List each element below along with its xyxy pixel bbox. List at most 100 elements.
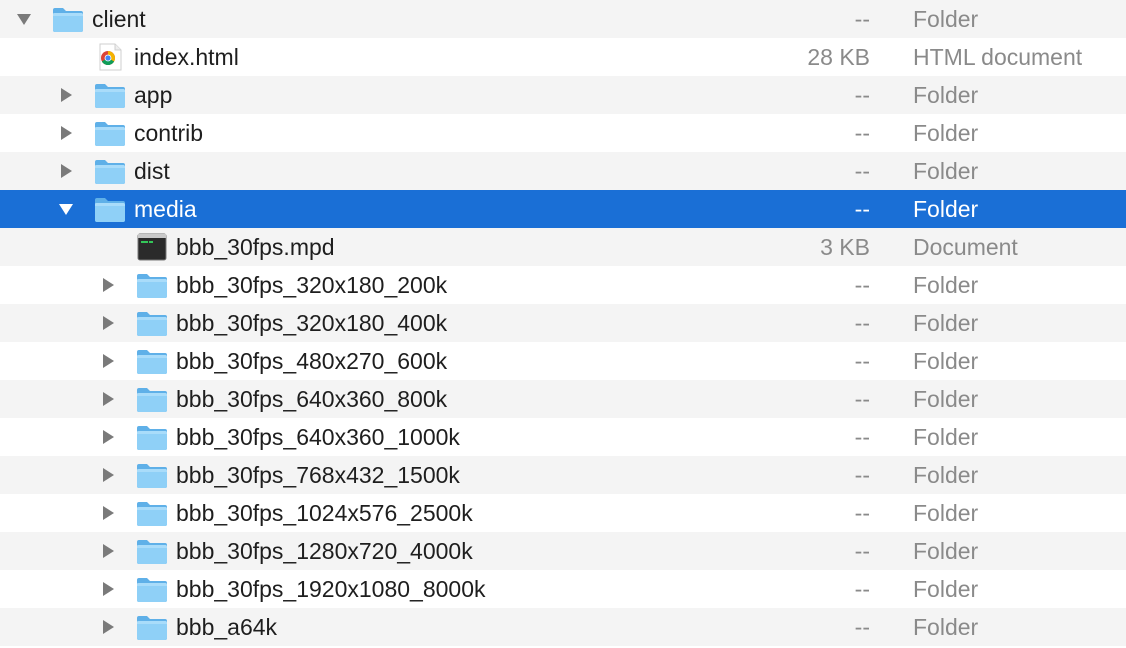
file-name: index.html [134, 44, 239, 70]
disclosure-collapsed-icon[interactable] [100, 277, 116, 293]
file-name: bbb_30fps_1280x720_4000k [176, 538, 473, 564]
file-size: -- [854, 272, 870, 298]
disclosure-expanded-icon[interactable] [58, 201, 74, 217]
file-size: -- [854, 386, 870, 412]
file-row[interactable]: bbb_30fps_480x270_600k -- Folder [0, 342, 1126, 380]
file-row[interactable]: bbb_30fps_768x432_1500k -- Folder [0, 456, 1126, 494]
file-name: dist [134, 158, 170, 184]
file-row[interactable]: client -- Folder [0, 0, 1126, 38]
folder-icon [136, 461, 168, 489]
file-name: bbb_30fps_768x432_1500k [176, 462, 460, 488]
disclosure-collapsed-icon[interactable] [100, 619, 116, 635]
folder-icon [136, 347, 168, 375]
file-name: app [134, 82, 173, 108]
file-kind: Folder [913, 576, 979, 602]
file-kind: Folder [913, 82, 979, 108]
folder-icon [136, 499, 168, 527]
file-kind: Folder [913, 158, 979, 184]
folder-icon [136, 385, 168, 413]
file-size: -- [854, 6, 870, 32]
file-kind: Folder [913, 538, 979, 564]
file-row[interactable]: bbb_30fps.mpd 3 KB Document [0, 228, 1126, 266]
file-size: -- [854, 120, 870, 146]
file-row[interactable]: bbb_30fps_320x180_400k -- Folder [0, 304, 1126, 342]
file-kind: Document [913, 234, 1018, 260]
file-kind: HTML document [913, 44, 1083, 70]
file-row[interactable]: bbb_30fps_640x360_800k -- Folder [0, 380, 1126, 418]
folder-icon [94, 157, 126, 185]
disclosure-collapsed-icon[interactable] [100, 429, 116, 445]
file-size: -- [854, 310, 870, 336]
disclosure-collapsed-icon[interactable] [100, 353, 116, 369]
file-kind: Folder [913, 272, 979, 298]
file-size: -- [854, 82, 870, 108]
file-kind: Folder [913, 500, 979, 526]
disclosure-collapsed-icon[interactable] [100, 467, 116, 483]
file-kind: Folder [913, 120, 979, 146]
disclosure-collapsed-icon[interactable] [100, 315, 116, 331]
file-row[interactable]: index.html 28 KB HTML document [0, 38, 1126, 76]
file-size: -- [854, 614, 870, 640]
folder-icon [136, 423, 168, 451]
file-name: bbb_30fps_640x360_800k [176, 386, 448, 412]
folder-icon [136, 537, 168, 565]
file-name: media [134, 196, 197, 222]
disclosure-collapsed-icon[interactable] [58, 125, 74, 141]
file-kind: Folder [913, 386, 979, 412]
file-name: client [92, 6, 146, 32]
disclosure-collapsed-icon[interactable] [100, 581, 116, 597]
file-row[interactable]: app -- Folder [0, 76, 1126, 114]
file-row[interactable]: bbb_30fps_1280x720_4000k -- Folder [0, 532, 1126, 570]
file-row[interactable]: bbb_30fps_320x180_200k -- Folder [0, 266, 1126, 304]
folder-icon [136, 575, 168, 603]
file-size: 28 KB [807, 44, 870, 70]
folder-icon [94, 119, 126, 147]
file-name: bbb_30fps_320x180_400k [176, 310, 448, 336]
file-name: bbb_a64k [176, 614, 278, 640]
file-size: -- [854, 576, 870, 602]
file-name: bbb_30fps_1920x1080_8000k [176, 576, 486, 602]
terminal-document-icon [136, 233, 168, 261]
file-size: -- [854, 158, 870, 184]
file-name: contrib [134, 120, 204, 146]
folder-icon [94, 195, 126, 223]
file-row[interactable]: bbb_30fps_1920x1080_8000k -- Folder [0, 570, 1126, 608]
file-kind: Folder [913, 348, 979, 374]
disclosure-collapsed-icon[interactable] [58, 163, 74, 179]
disclosure-collapsed-icon[interactable] [100, 505, 116, 521]
file-size: -- [854, 348, 870, 374]
file-name: bbb_30fps_480x270_600k [176, 348, 448, 374]
folder-icon [52, 5, 84, 33]
file-kind: Folder [913, 614, 979, 640]
file-row[interactable]: dist -- Folder [0, 152, 1126, 190]
file-row[interactable]: bbb_30fps_640x360_1000k -- Folder [0, 418, 1126, 456]
finder-list-view: client -- Folder index.html 28 KB HTML docume… [0, 0, 1126, 648]
disclosure-collapsed-icon[interactable] [100, 391, 116, 407]
file-row[interactable]: bbb_30fps_1024x576_2500k -- Folder [0, 494, 1126, 532]
file-kind: Folder [913, 424, 979, 450]
file-size: 3 KB [820, 234, 870, 260]
file-size: -- [854, 424, 870, 450]
folder-icon [136, 613, 168, 641]
file-kind: Folder [913, 310, 979, 336]
disclosure-collapsed-icon[interactable] [58, 87, 74, 103]
disclosure-collapsed-icon[interactable] [100, 543, 116, 559]
disclosure-expanded-icon[interactable] [16, 11, 32, 27]
file-name: bbb_30fps_1024x576_2500k [176, 500, 473, 526]
file-kind: Folder [913, 196, 979, 222]
file-kind: Folder [913, 6, 979, 32]
file-name: bbb_30fps_640x360_1000k [176, 424, 460, 450]
file-size: -- [854, 500, 870, 526]
file-size: -- [854, 462, 870, 488]
folder-icon [94, 81, 126, 109]
file-row-selected[interactable]: media -- Folder [0, 190, 1126, 228]
chrome-html-icon [94, 43, 126, 71]
file-kind: Folder [913, 462, 979, 488]
file-size: -- [854, 538, 870, 564]
file-name: bbb_30fps.mpd [176, 234, 335, 260]
file-size: -- [854, 196, 870, 222]
folder-icon [136, 309, 168, 337]
file-row[interactable]: contrib -- Folder [0, 114, 1126, 152]
file-name: bbb_30fps_320x180_200k [176, 272, 448, 298]
file-row[interactable]: bbb_a64k -- Folder [0, 608, 1126, 646]
